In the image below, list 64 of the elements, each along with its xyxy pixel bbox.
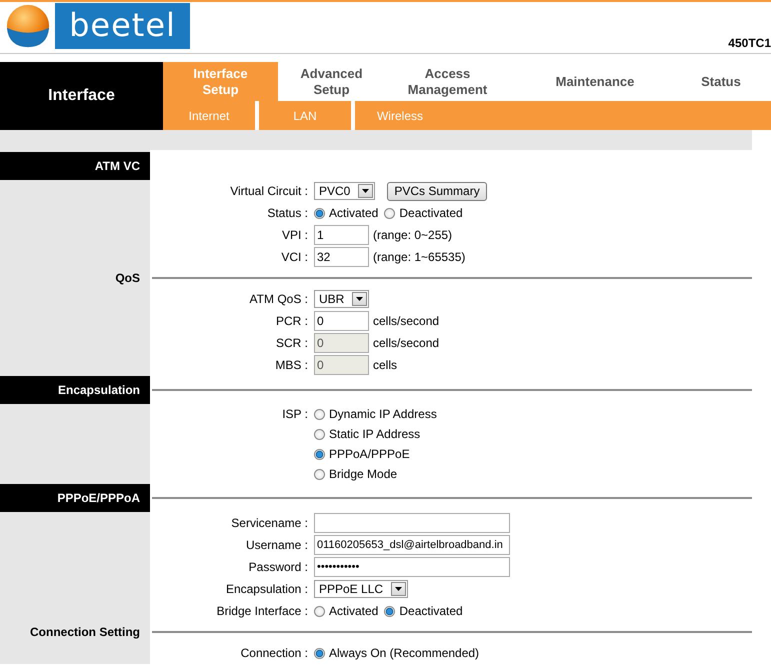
option-label: Static IP Address (329, 427, 420, 441)
field-label: Connection : (240, 646, 309, 660)
radio-button[interactable] (314, 428, 325, 440)
field-label: PCR : (274, 314, 309, 328)
option-label: Dynamic IP Address (329, 407, 437, 421)
option-label: Deactivated (399, 604, 463, 618)
field-label: Encapsulation : (224, 582, 309, 596)
field-label: Username : (244, 538, 309, 552)
input-field[interactable]: ••••••••••• (314, 557, 510, 577)
field-label: Bridge Interface : (216, 604, 309, 618)
section-heading: PPPoE/PPPoA (0, 484, 150, 512)
field-label: VCI : (280, 250, 309, 264)
field-hint: cells/second (373, 336, 440, 350)
model-name: 450TC1 (728, 36, 771, 50)
sphere-icon (5, 2, 51, 48)
radio-button[interactable] (314, 648, 325, 658)
option-label: Activated (329, 604, 378, 618)
nav-tab[interactable]: Maintenance (510, 62, 680, 101)
input-field[interactable]: 01160205653_dsl@airtelbroadband.in (314, 535, 510, 555)
field-hint: (range: 1~65535) (373, 250, 466, 264)
section-heading: Connection Setting (29, 625, 141, 639)
input-field[interactable]: 0 (314, 311, 369, 331)
option-label: PPPoA/PPPoE (329, 447, 410, 461)
field-label: ISP : (281, 406, 309, 421)
radio-button[interactable] (384, 208, 396, 218)
caret-icon (356, 297, 364, 301)
field-label: ATM QoS : (248, 292, 309, 306)
radio-button[interactable] (314, 468, 325, 480)
field-label: Servicename : (230, 516, 309, 530)
brand-logo: beetel (55, 2, 190, 48)
radio-button[interactable] (314, 208, 325, 218)
field-label: MBS : (274, 358, 309, 372)
field-hint: cells (373, 358, 398, 372)
dropdown[interactable]: UBR (314, 290, 370, 308)
section-heading: Encapsulation (0, 376, 150, 404)
radio-button[interactable] (384, 606, 396, 616)
nav-tab[interactable]: Access Management (385, 62, 510, 101)
input-field[interactable]: 32 (314, 247, 369, 267)
nav-tab[interactable]: Advanced Setup (278, 62, 385, 101)
dropdown[interactable]: PVC0 (314, 182, 376, 200)
option-label: Always On (Recommended) (329, 646, 480, 660)
field-hint: cells/second (373, 314, 440, 328)
field-label: Virtual Circuit : (229, 184, 309, 198)
section-heading: ATM VC (0, 152, 150, 180)
option-label: Activated (329, 206, 378, 220)
nav-tab[interactable]: Status (680, 62, 762, 101)
radio-button[interactable] (314, 448, 325, 460)
field-label: VPI : (280, 228, 309, 242)
field-label: SCR : (274, 336, 309, 350)
section-heading: QoS (114, 271, 141, 285)
option-label: Bridge Mode (329, 467, 398, 481)
caret-icon (362, 189, 370, 193)
option-label: Deactivated (399, 206, 463, 220)
field-label: Password : (248, 560, 309, 574)
input-field[interactable]: 1 (314, 225, 369, 245)
section-title: Interface (0, 62, 163, 130)
radio-button[interactable] (314, 606, 325, 616)
dropdown[interactable]: PPPoE LLC (314, 580, 408, 598)
summary-button[interactable]: PVCs Summary (387, 182, 487, 200)
field-hint: (range: 0~255) (373, 228, 452, 242)
radio-button[interactable] (314, 408, 325, 420)
field-label: Status : (266, 206, 309, 220)
caret-icon (395, 587, 402, 591)
input-field[interactable] (314, 513, 510, 533)
